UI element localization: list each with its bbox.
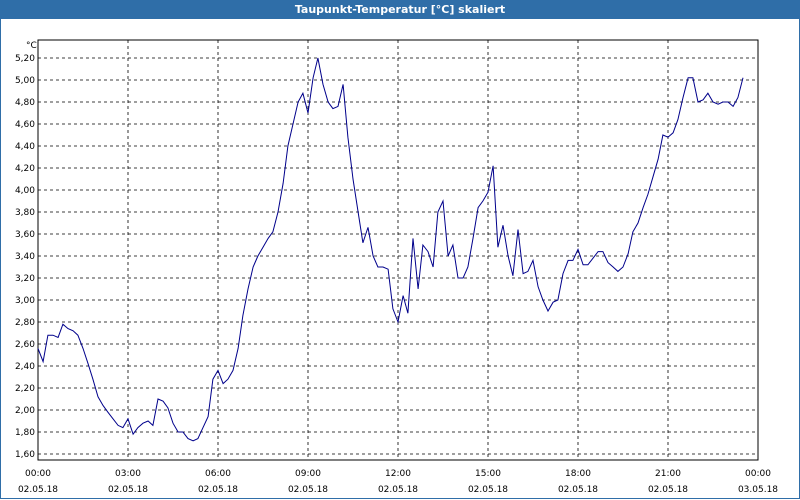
y-axis-unit: °C (26, 41, 37, 51)
x-tick-date-label: 02.05.18 (558, 485, 598, 495)
y-tick-label: 3,00 (15, 296, 35, 306)
x-tick-time-label: 15:00 (475, 469, 501, 479)
y-tick-label: 4,80 (15, 98, 35, 108)
y-tick-label: 2,80 (15, 318, 35, 328)
x-tick-date-label: 02.05.18 (18, 485, 58, 495)
x-tick-date-label: 03.05.18 (738, 485, 778, 495)
y-tick-label: 5,00 (15, 76, 35, 86)
x-tick-time-label: 09:00 (295, 469, 321, 479)
line-chart: 1,60 1,80 2,00 2,20 2,40 2,60 2,80 3,00 3,20 3,40… (15, 39, 778, 495)
x-tick-time-label: 18:00 (565, 469, 591, 479)
y-tick-label: 4,60 (15, 120, 35, 130)
y-tick-label: 4,40 (15, 142, 35, 152)
x-tick-date-label: 02.05.18 (468, 485, 508, 495)
x-tick-time-label: 06:00 (205, 469, 231, 479)
y-tick-label: 3,60 (15, 230, 35, 240)
x-tick-time-label: 12:00 (385, 469, 411, 479)
x-tick-date-label: 02.05.18 (648, 485, 688, 495)
y-tick-label: 5,20 (15, 54, 35, 64)
y-tick-label: 2,40 (15, 362, 35, 372)
x-tick-date-label: 02.05.18 (288, 485, 328, 495)
x-tick-date-label: 02.05.18 (378, 485, 418, 495)
y-tick-label: 4,20 (15, 164, 35, 174)
y-axis-ticks: 1,60 1,80 2,00 2,20 2,40 2,60 2,80 3,00 3,20 3,40… (15, 54, 35, 460)
y-tick-label: 4,00 (15, 186, 35, 196)
y-tick-label: 3,80 (15, 208, 35, 218)
x-tick-date-label: 02.05.18 (108, 485, 148, 495)
y-tick-label: 1,80 (15, 428, 35, 438)
x-tick-time-label: 03:00 (115, 469, 141, 479)
x-tick-time-label: 00:00 (745, 469, 771, 479)
y-tick-label: 2,00 (15, 406, 35, 416)
x-tick-time-label: 21:00 (655, 469, 681, 479)
y-tick-label: 1,60 (15, 450, 35, 460)
y-tick-label: 3,40 (15, 252, 35, 262)
x-tick-date-label: 02.05.18 (198, 485, 238, 495)
y-tick-label: 2,60 (15, 340, 35, 350)
x-axis-ticks: 00:00 02.05.18 03:00 02.05.18 06:00 02.05.18 0… (18, 469, 778, 495)
y-tick-label: 2,20 (15, 384, 35, 394)
x-tick-time-label: 00:00 (25, 469, 51, 479)
y-tick-label: 3,20 (15, 274, 35, 284)
